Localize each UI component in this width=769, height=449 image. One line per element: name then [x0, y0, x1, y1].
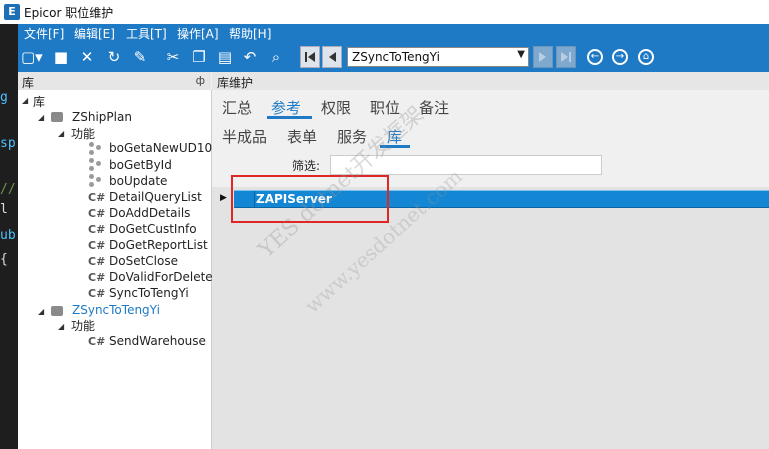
tree-item[interactable]: boGetById: [109, 158, 172, 172]
editor-glyph: sp: [0, 136, 16, 151]
refresh-icon[interactable]: ↻: [104, 47, 124, 67]
binoculars-icon[interactable]: ⌕: [266, 47, 286, 67]
tree-item[interactable]: DoSetClose: [109, 254, 178, 268]
menu-file[interactable]: 文件[F]: [24, 25, 64, 42]
row-indicator-icon: ▶: [220, 193, 227, 203]
right-panel-header: 库维护: [212, 72, 769, 91]
tree-node-zshipplan[interactable]: ZShipPlan: [72, 110, 132, 124]
filter-label: 筛选:: [292, 159, 321, 173]
tree-item[interactable]: DoAddDetails: [109, 206, 190, 220]
collapse-triangle-icon[interactable]: ◢: [58, 322, 64, 331]
tree-item[interactable]: boGetaNewUD10: [109, 141, 212, 155]
paste-icon[interactable]: ▤: [215, 47, 235, 67]
csharp-icon: C#: [88, 255, 106, 268]
tree-func-folder[interactable]: 功能: [71, 125, 95, 142]
business-object-icon: [89, 174, 103, 188]
epicor-logo-icon: E: [4, 4, 20, 20]
record-selector[interactable]: ZSyncToTengYi ▼: [347, 47, 529, 67]
csharp-icon: C#: [88, 335, 106, 348]
tab-semi-finished[interactable]: 半成品: [222, 126, 267, 147]
last-record-button[interactable]: [556, 46, 576, 68]
database-icon: [51, 306, 63, 316]
undo-icon[interactable]: ↶: [240, 47, 260, 67]
tree-item[interactable]: DoGetReportList: [109, 238, 208, 252]
first-record-icon: [305, 52, 315, 62]
csharp-icon: C#: [88, 271, 106, 284]
copy-icon[interactable]: ❐: [189, 47, 209, 67]
tab-reference[interactable]: 参考: [271, 97, 301, 118]
editor-glyph: g: [0, 90, 8, 105]
editor-glyph: {: [0, 252, 8, 267]
active-tab-indicator: [267, 116, 312, 119]
delete-icon[interactable]: ✕: [77, 47, 97, 67]
tree-item[interactable]: DoGetCustInfo: [109, 222, 197, 236]
tree-item[interactable]: boUpdate: [109, 174, 167, 188]
cut-icon[interactable]: ✂: [163, 47, 183, 67]
last-record-icon: [561, 52, 571, 62]
tree-node-zsynctotengyi[interactable]: ZSyncToTengYi: [72, 303, 160, 317]
prev-record-button[interactable]: [322, 46, 342, 68]
window-title: Epicor 职位维护: [24, 6, 114, 20]
background-editor-edge: g sp // l ub {: [0, 24, 18, 449]
prev-record-icon: [329, 52, 336, 62]
collapse-triangle-icon[interactable]: ◢: [38, 307, 44, 316]
right-panel-title: 库维护: [217, 76, 254, 90]
business-object-icon: [89, 158, 103, 172]
editor-glyph: l: [0, 202, 8, 217]
menu-actions[interactable]: 操作[A]: [177, 25, 219, 42]
tree-item[interactable]: SyncToTengYi: [109, 286, 189, 300]
tree-root[interactable]: 库: [33, 93, 45, 110]
collapse-triangle-icon[interactable]: ◢: [58, 129, 64, 138]
library-tree: ◢ 库 ◢ ZShipPlan ◢ 功能 boGetaNewUD10 boGet…: [18, 90, 213, 449]
csharp-icon: C#: [88, 207, 106, 220]
clear-icon[interactable]: ✎: [130, 47, 150, 67]
forward-arrow-icon[interactable]: →: [612, 49, 628, 65]
menu-edit[interactable]: 编辑[E]: [74, 25, 115, 42]
tree-func-folder[interactable]: 功能: [71, 317, 95, 334]
new-icon[interactable]: ▢▾: [21, 47, 43, 67]
home-icon[interactable]: ⌂: [638, 49, 654, 65]
tree-item[interactable]: DetailQueryList: [109, 190, 202, 204]
title-bar: E Epicor 职位维护: [0, 0, 769, 24]
tab-summary[interactable]: 汇总: [222, 97, 252, 118]
collapse-triangle-icon[interactable]: ◢: [38, 113, 44, 122]
next-record-button[interactable]: [533, 46, 553, 68]
tab-permissions[interactable]: 权限: [321, 97, 351, 118]
menu-tools[interactable]: 工具[T]: [126, 25, 167, 42]
csharp-icon: C#: [88, 191, 106, 204]
database-icon: [51, 112, 63, 122]
tree-item[interactable]: SendWarehouse: [109, 334, 206, 348]
editor-glyph: ub: [0, 228, 16, 243]
next-record-icon: [539, 52, 546, 62]
pin-icon[interactable]: ф: [196, 74, 205, 87]
save-icon[interactable]: ■: [51, 47, 71, 67]
left-panel-title: 库: [22, 76, 35, 90]
chevron-down-icon[interactable]: ▼: [517, 49, 525, 60]
left-panel-header: 库 ф: [18, 72, 211, 91]
menu-bar: 文件[F] 编辑[E] 工具[T] 操作[A] 帮助[H]: [18, 24, 769, 42]
tree-item[interactable]: DoValidForDelete: [109, 270, 213, 284]
csharp-icon: C#: [88, 287, 106, 300]
tab-forms[interactable]: 表单: [287, 126, 317, 147]
back-arrow-icon[interactable]: ←: [587, 49, 603, 65]
menu-help[interactable]: 帮助[H]: [229, 25, 271, 42]
csharp-icon: C#: [88, 223, 106, 236]
first-record-button[interactable]: [300, 46, 320, 68]
csharp-icon: C#: [88, 239, 106, 252]
editor-glyph: //: [0, 182, 16, 197]
record-selector-value: ZSyncToTengYi: [352, 50, 440, 64]
business-object-icon: [89, 142, 103, 156]
collapse-triangle-icon[interactable]: ◢: [22, 96, 28, 105]
